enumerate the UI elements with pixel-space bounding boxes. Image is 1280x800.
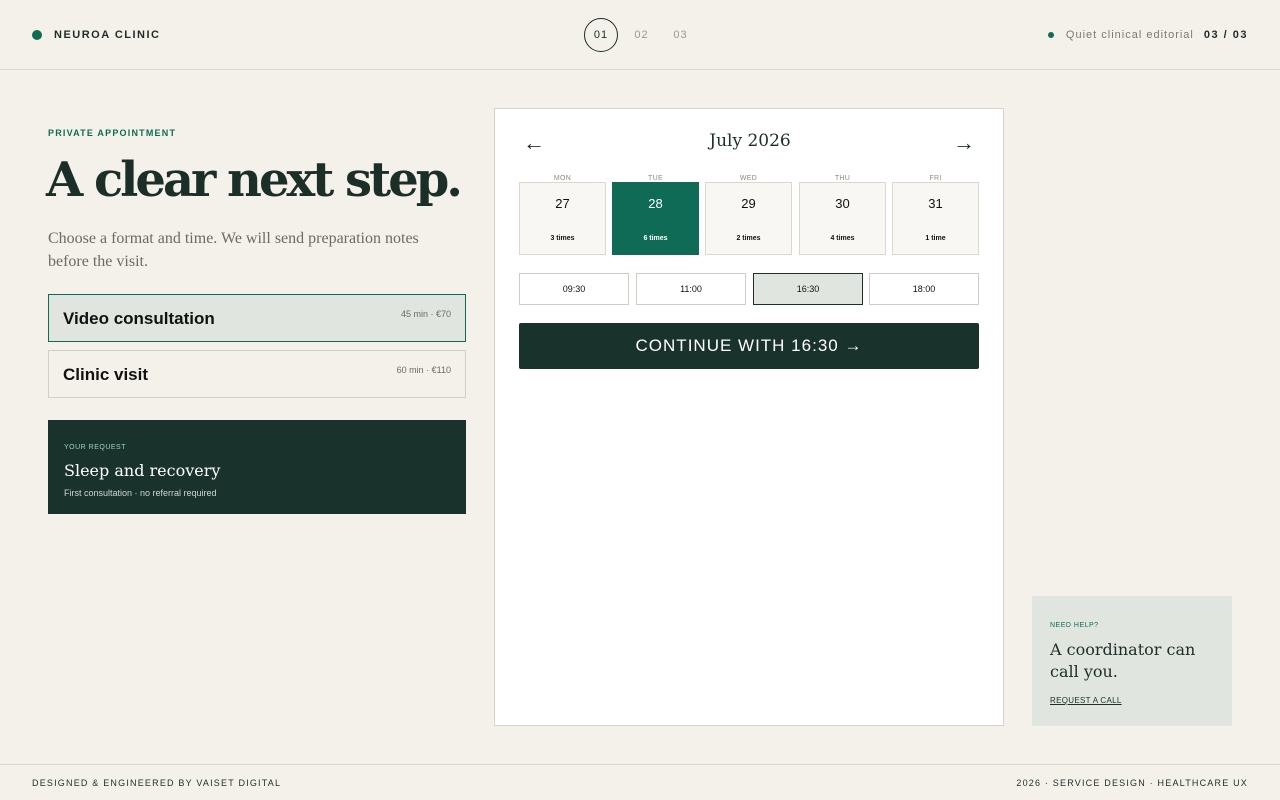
- request-subtitle: First consultation · no referral require…: [64, 488, 217, 498]
- intro-text: Choose a format and time. We will send p…: [48, 230, 419, 270]
- day-availability: 2 times: [736, 235, 761, 242]
- time-slot[interactable]: 11:00: [636, 273, 746, 305]
- time-slot-picker: 09:30 11:00 16:30 18:00: [519, 273, 979, 305]
- calendar-panel: ← July 2026 → MON 27 3 times TUE 28 6 ti…: [494, 108, 1004, 726]
- help-card: NEED HELP? A coordinator can call you. R…: [1032, 596, 1232, 726]
- request-summary: YOUR REQUEST Sleep and recovery First co…: [48, 420, 466, 514]
- step-1[interactable]: 01: [584, 18, 618, 52]
- day-cell[interactable]: 27 3 times: [519, 182, 606, 255]
- day-picker: MON 27 3 times TUE 28 6 times WED 29 2 t…: [519, 173, 979, 255]
- time-slot[interactable]: 09:30: [519, 273, 629, 305]
- help-title: A coordinator can call you.: [1050, 640, 1196, 681]
- format-meta: 60 min · €110: [396, 365, 451, 375]
- top-bar: NEUROA CLINIC 01 02 03 Quiet clinical ed…: [0, 0, 1280, 70]
- brand-dot-icon: [32, 30, 42, 40]
- brand-name: NEUROA CLINIC: [54, 29, 161, 41]
- day-availability: 6 times: [643, 235, 668, 242]
- day-name: THU: [834, 175, 851, 182]
- day-wed[interactable]: WED 29 2 times: [705, 173, 792, 255]
- day-tue[interactable]: TUE 28 6 times: [612, 173, 699, 255]
- next-month-arrow-icon[interactable]: →: [953, 129, 975, 157]
- day-name: TUE: [648, 175, 663, 182]
- day-date: 29: [741, 196, 756, 211]
- step-2[interactable]: 02: [622, 29, 661, 41]
- page-title: A clear next step.: [46, 152, 463, 208]
- format-option-video[interactable]: Video consultation 45 min · €70: [48, 294, 466, 342]
- format-option-clinic[interactable]: Clinic visit 60 min · €110: [48, 350, 466, 398]
- time-slot-selected[interactable]: 16:30: [753, 273, 863, 305]
- footer: DESIGNED & ENGINEERED BY VAISET DIGITAL …: [0, 764, 1280, 800]
- day-thu[interactable]: THU 30 4 times: [799, 173, 886, 255]
- help-label: NEED HELP?: [1050, 622, 1099, 629]
- footer-credit: DESIGNED & ENGINEERED BY VAISET DIGITAL: [32, 778, 282, 788]
- time-slot[interactable]: 18:00: [869, 273, 979, 305]
- format-title: Clinic visit: [63, 365, 149, 384]
- tagline: Quiet clinical editorial: [1065, 29, 1194, 41]
- day-availability: 1 time: [925, 235, 946, 242]
- eyebrow: PRIVATE APPOINTMENT: [48, 128, 177, 138]
- request-title: Sleep and recovery: [64, 461, 221, 480]
- day-date: 30: [835, 196, 850, 211]
- status-dot-icon: [1047, 32, 1054, 38]
- step-count: 03 / 03: [1203, 29, 1248, 41]
- day-cell[interactable]: 30 4 times: [799, 182, 886, 255]
- format-title: Video consultation: [63, 309, 215, 328]
- request-label: YOUR REQUEST: [64, 444, 127, 451]
- step-indicator: 01 02 03: [584, 18, 700, 52]
- day-cell[interactable]: 28 6 times: [612, 182, 699, 255]
- format-meta: 45 min · €70: [400, 309, 451, 319]
- request-call-link[interactable]: REQUEST A CALL: [1050, 696, 1122, 705]
- day-date: 28: [648, 196, 663, 211]
- day-date: 31: [928, 196, 943, 211]
- day-mon[interactable]: MON 27 3 times: [519, 173, 606, 255]
- day-cell[interactable]: 31 1 time: [892, 182, 979, 255]
- day-name: WED: [739, 175, 758, 182]
- day-availability: 3 times: [550, 235, 575, 242]
- header-meta: Quiet clinical editorial 03 / 03: [1047, 29, 1248, 41]
- day-cell[interactable]: 29 2 times: [705, 182, 792, 255]
- day-name: MON: [553, 175, 572, 182]
- month-label: July 2026: [709, 131, 791, 151]
- day-date: 27: [555, 196, 570, 211]
- step-3[interactable]: 03: [661, 29, 700, 41]
- day-fri[interactable]: FRI 31 1 time: [892, 173, 979, 255]
- day-availability: 4 times: [830, 235, 855, 242]
- day-name: FRI: [929, 175, 942, 182]
- continue-button[interactable]: CONTINUE WITH 16:30 →: [519, 323, 979, 369]
- footer-tagline: 2026 · SERVICE DESIGN · HEALTHCARE UX: [1016, 778, 1248, 788]
- brand[interactable]: NEUROA CLINIC: [32, 29, 160, 41]
